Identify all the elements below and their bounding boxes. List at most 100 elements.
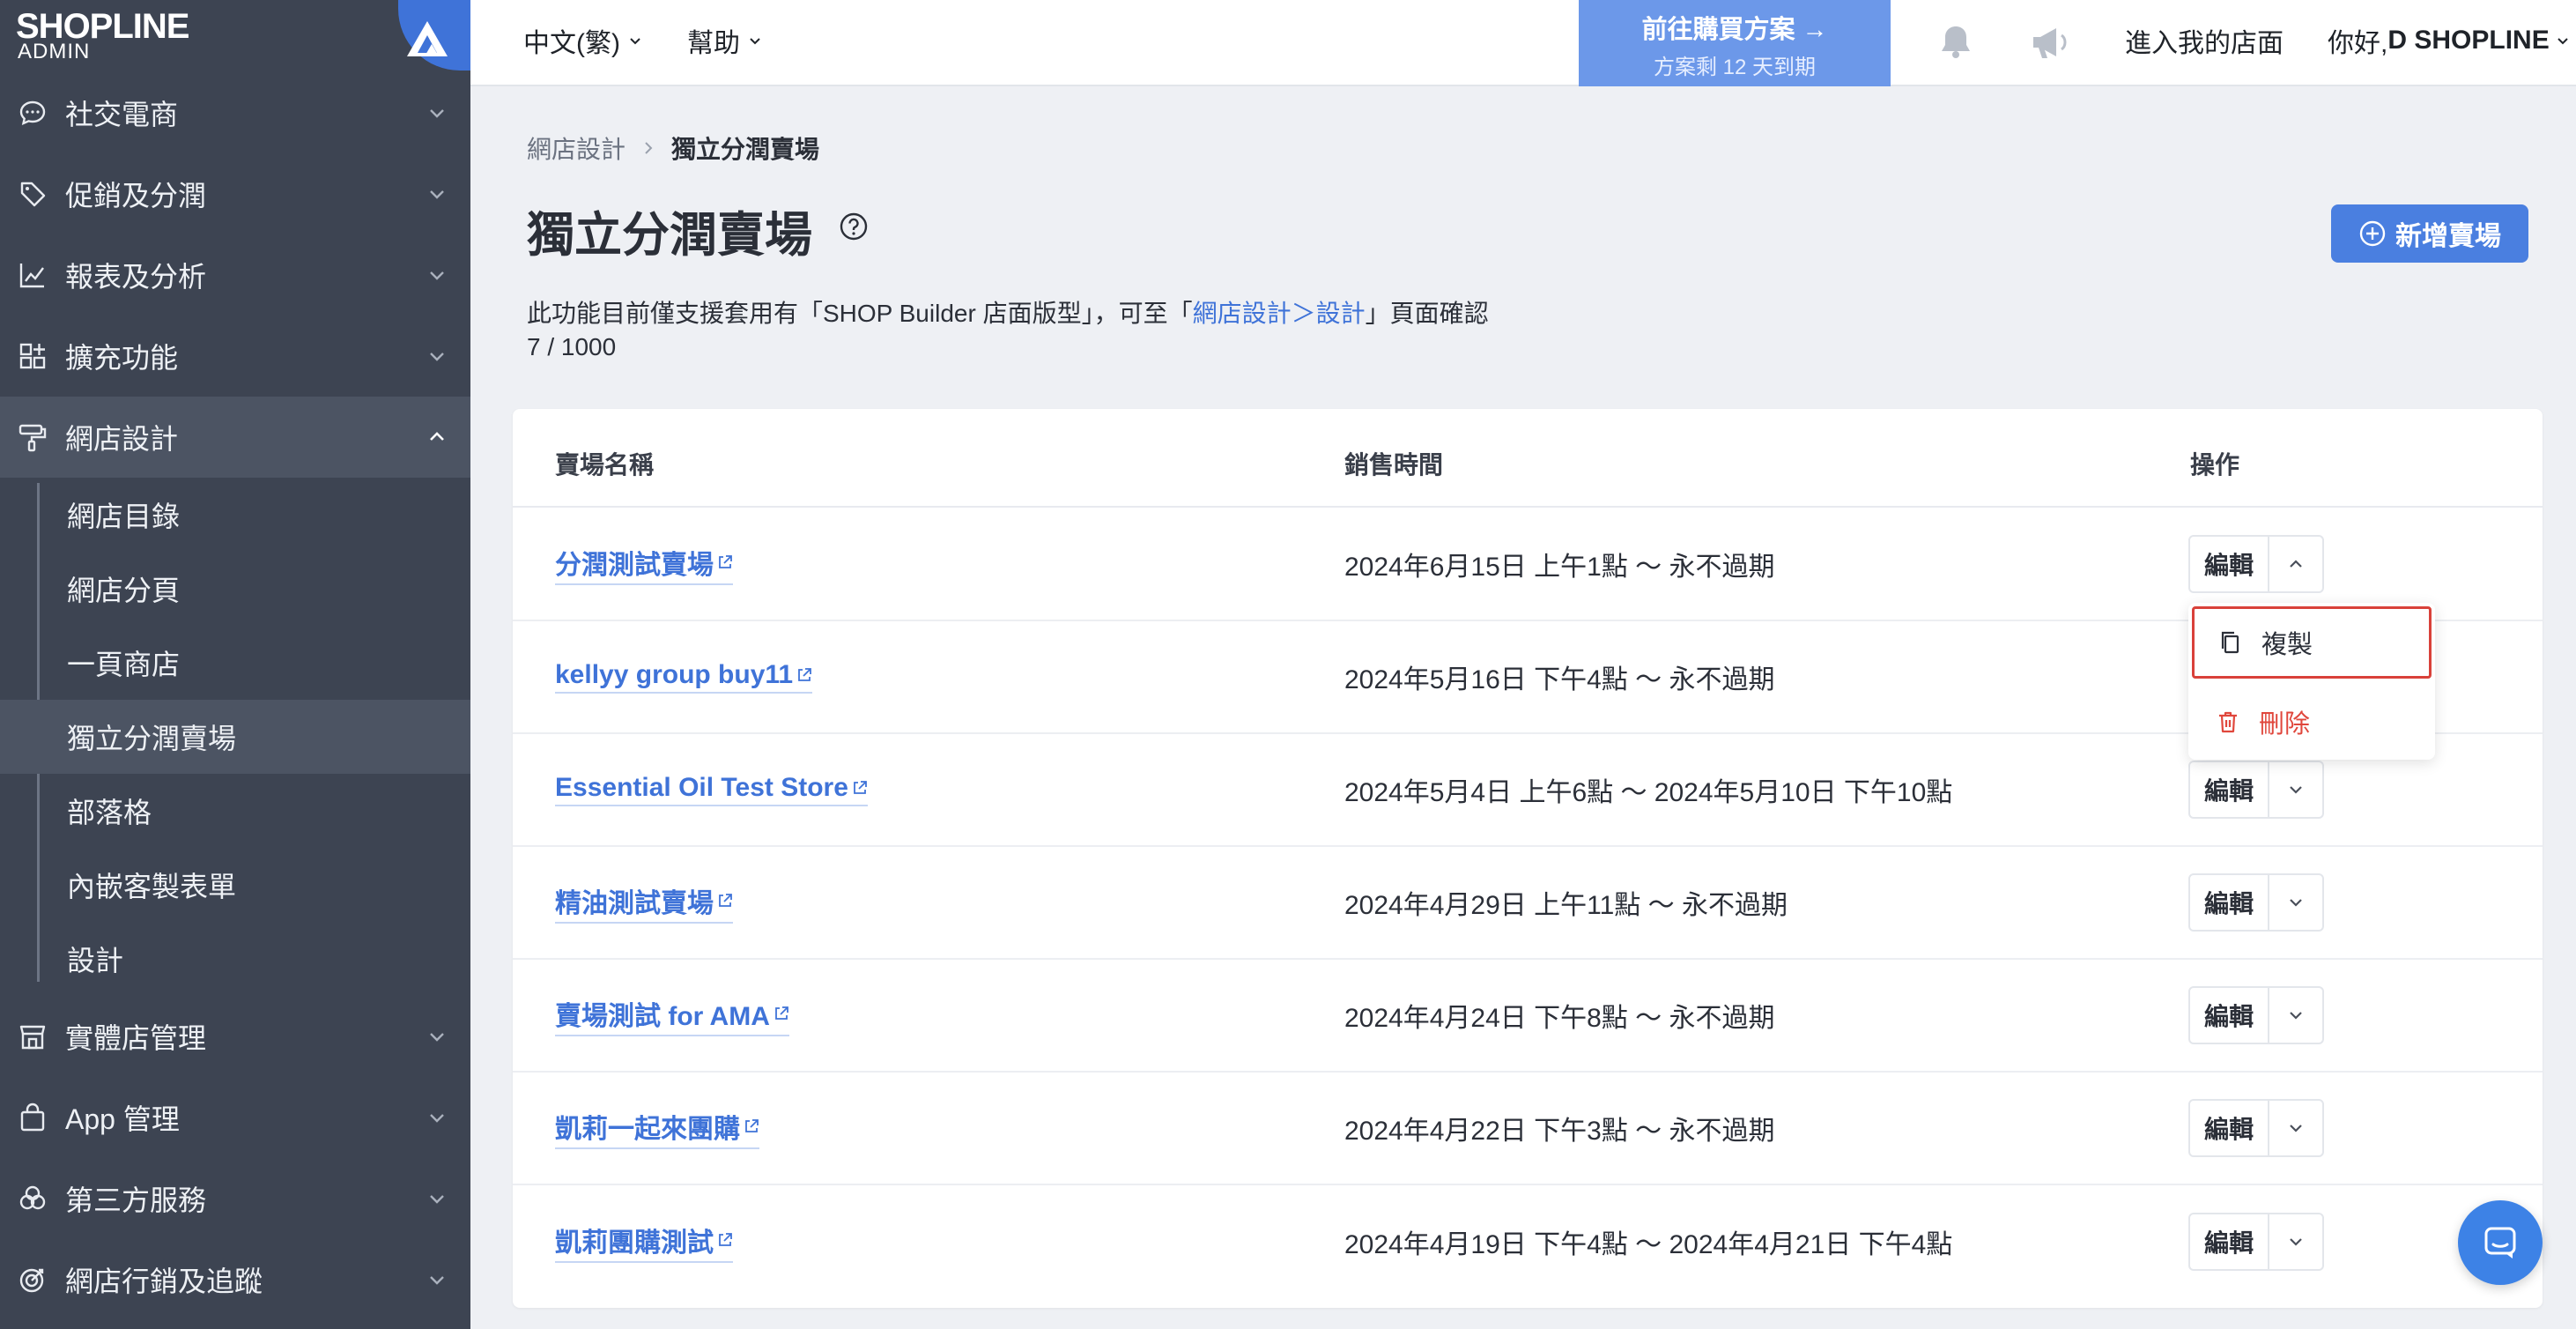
chevron-down-icon xyxy=(430,271,444,280)
sidebar-subitem-label: 設計 xyxy=(67,945,124,976)
breadcrumb-parent[interactable]: 網店設計 xyxy=(527,130,625,166)
brand-name: SHOPLINE xyxy=(16,7,189,46)
external-link-icon xyxy=(745,1119,759,1132)
notice-suffix: 」頁面確認 xyxy=(1365,300,1489,327)
sidebar-subitem-custom-form[interactable]: 內嵌客製表單 xyxy=(0,848,470,922)
user-name: D SHOPLINE xyxy=(2387,26,2550,55)
sidebar-subitem-label: 一頁商店 xyxy=(67,649,181,680)
bell-icon[interactable] xyxy=(1933,19,1979,65)
support-chat-button[interactable] xyxy=(2458,1200,2543,1285)
sale-time: 2024年5月4日 上午6點 ～ 2024年5月10日 下午10點 xyxy=(1344,778,1953,807)
bag-icon xyxy=(20,1103,45,1132)
store-name-link[interactable]: 凱莉一起來團購 xyxy=(555,1107,759,1149)
edit-button[interactable]: 編輯 xyxy=(2190,1214,2269,1269)
sidebar-item-label: 擴充功能 xyxy=(65,342,179,374)
sale-time: 2024年4月22日 下午3點 ～ 永不過期 xyxy=(1344,1117,1775,1146)
store-name-link[interactable]: 分潤測試賣場 xyxy=(555,543,733,585)
sidebar-subitem-label: 獨立分潤賣場 xyxy=(67,723,237,754)
more-actions-toggle[interactable] xyxy=(2269,1101,2322,1155)
store-name-link[interactable]: 賣場測試 for AMA xyxy=(555,994,789,1036)
add-store-button[interactable]: 新增賣場 xyxy=(2331,204,2528,263)
plus-circle-icon xyxy=(2359,220,2386,247)
language-menu[interactable]: 中文(繁) xyxy=(523,0,643,81)
sale-time: 2024年4月29日 上午11點 ～ 永不過期 xyxy=(1344,891,1788,920)
sidebar-subitem-label: 網店目錄 xyxy=(67,501,181,532)
design-settings-link[interactable]: 網店設計＞設計 xyxy=(1193,300,1366,327)
brand-sub: ADMIN xyxy=(18,40,91,63)
sidebar-subitem-one-page-store[interactable]: 一頁商店 xyxy=(0,626,470,700)
help-label: 幫助 xyxy=(687,29,740,58)
sidebar-subitem-label: 內嵌客製表單 xyxy=(67,871,237,902)
sidebar-item-retail-store[interactable]: 實體店管理 xyxy=(0,996,470,1077)
help-menu[interactable]: 幫助 xyxy=(687,0,763,81)
sidebar-item-social-commerce[interactable]: 社交電商 xyxy=(0,72,470,153)
chevron-up-icon xyxy=(2290,560,2302,568)
more-actions-toggle[interactable] xyxy=(2269,988,2322,1043)
sale-time: 2024年5月16日 下午4點 ～ 永不過期 xyxy=(1344,665,1775,694)
sidebar-subitem-catalog[interactable]: 網店目錄 xyxy=(0,478,470,552)
row-actions: 編輯 xyxy=(2188,1099,2324,1157)
delete-menu-item[interactable]: 刪除 xyxy=(2188,686,2435,758)
edit-button[interactable]: 編輯 xyxy=(2190,762,2269,817)
row-actions: 編輯 xyxy=(2188,1213,2324,1271)
row-actions: 編輯 xyxy=(2188,535,2324,593)
breadcrumb-current: 獨立分潤賣場 xyxy=(671,136,820,163)
copy-menu-item[interactable]: 複製 xyxy=(2192,606,2432,679)
store-name-link[interactable]: 凱莉團購測試 xyxy=(555,1221,733,1263)
chat-icon xyxy=(2484,1227,2516,1258)
edit-button[interactable]: 編輯 xyxy=(2190,875,2269,930)
chevron-down-icon xyxy=(2290,1125,2302,1132)
shopline-logo-icon xyxy=(407,21,448,56)
more-actions-toggle[interactable] xyxy=(2269,762,2322,817)
sidebar-subitem-pages[interactable]: 網店分頁 xyxy=(0,552,470,626)
chart-icon xyxy=(19,264,44,288)
megaphone-icon[interactable] xyxy=(2026,19,2072,65)
store-count: 7 / 1000 xyxy=(527,333,617,360)
brand[interactable]: SHOPLINE ADMIN xyxy=(0,0,470,71)
trash-icon xyxy=(2219,711,2237,733)
sidebar-item-store-design[interactable]: 網店設計 xyxy=(0,397,470,478)
question-circle-icon[interactable] xyxy=(839,212,869,241)
more-actions-toggle[interactable] xyxy=(2269,537,2322,591)
chevron-down-icon xyxy=(2557,38,2568,45)
sidebar-item-reports[interactable]: 報表及分析 xyxy=(0,234,470,316)
edit-button[interactable]: 編輯 xyxy=(2190,537,2269,591)
copy-icon xyxy=(2221,631,2239,654)
sidebar-item-label: 網店設計 xyxy=(65,423,179,455)
store-name-link[interactable]: kellyy group buy11 xyxy=(555,660,813,694)
chevron-down-icon xyxy=(2290,786,2302,794)
user-menu[interactable]: 你好, D SHOPLINE xyxy=(2328,0,2571,81)
sidebar-item-promotions[interactable]: 促銷及分潤 xyxy=(0,153,470,234)
store-name-link[interactable]: 精油測試賣場 xyxy=(555,881,733,924)
sidebar-item-third-party[interactable]: 第三方服務 xyxy=(0,1158,470,1239)
target-icon xyxy=(19,1268,44,1293)
chevron-down-icon xyxy=(430,109,444,118)
table-row: 精油測試賣場 2024年4月29日 上午11點 ～ 永不過期 編輯 xyxy=(513,847,2543,960)
more-actions-toggle[interactable] xyxy=(2269,1214,2322,1269)
copy-label: 複製 xyxy=(2261,631,2313,659)
sale-time: 2024年4月24日 下午8點 ～ 永不過期 xyxy=(1344,1004,1775,1033)
sidebar-subitem-blog[interactable]: 部落格 xyxy=(0,774,470,848)
store-name-link[interactable]: Essential Oil Test Store xyxy=(555,773,868,806)
sidebar-item-extensions[interactable]: 擴充功能 xyxy=(0,316,470,397)
more-actions-toggle[interactable] xyxy=(2269,875,2322,930)
edit-button[interactable]: 編輯 xyxy=(2190,1101,2269,1155)
sidebar-item-marketing[interactable]: 網店行銷及追蹤 xyxy=(0,1239,470,1320)
language-label: 中文(繁) xyxy=(523,29,620,58)
sidebar-item-label: 網店行銷及追蹤 xyxy=(65,1266,263,1297)
sidebar-subitem-design[interactable]: 設計 xyxy=(0,922,470,996)
breadcrumb: 網店設計 獨立分潤賣場 xyxy=(527,130,819,166)
edit-button[interactable]: 編輯 xyxy=(2190,988,2269,1043)
sidebar-subitem-label: 部落格 xyxy=(67,797,152,828)
sidebar-subitem-affiliate-store[interactable]: 獨立分潤賣場 xyxy=(0,700,470,774)
table-row: 賣場測試 for AMA 2024年4月24日 下午8點 ～ 永不過期 編輯 xyxy=(513,960,2543,1073)
chevron-down-icon xyxy=(2290,1012,2302,1020)
sidebar-item-app-management[interactable]: App 管理 xyxy=(0,1077,470,1158)
view-store-link[interactable]: 進入我的店面 xyxy=(2125,0,2284,81)
row-actions: 編輯 xyxy=(2188,761,2324,819)
chevron-down-icon xyxy=(430,1114,444,1123)
chat-bubble-icon xyxy=(19,100,46,126)
table-row: 凱莉團購測試 2024年4月19日 下午4點 ～ 2024年4月21日 下午4點… xyxy=(513,1185,2543,1298)
upgrade-plan-button[interactable]: 前往購買方案 → 方案剩 12 天到期 xyxy=(1579,0,1891,86)
column-header-time: 銷售時間 xyxy=(1344,451,1444,479)
